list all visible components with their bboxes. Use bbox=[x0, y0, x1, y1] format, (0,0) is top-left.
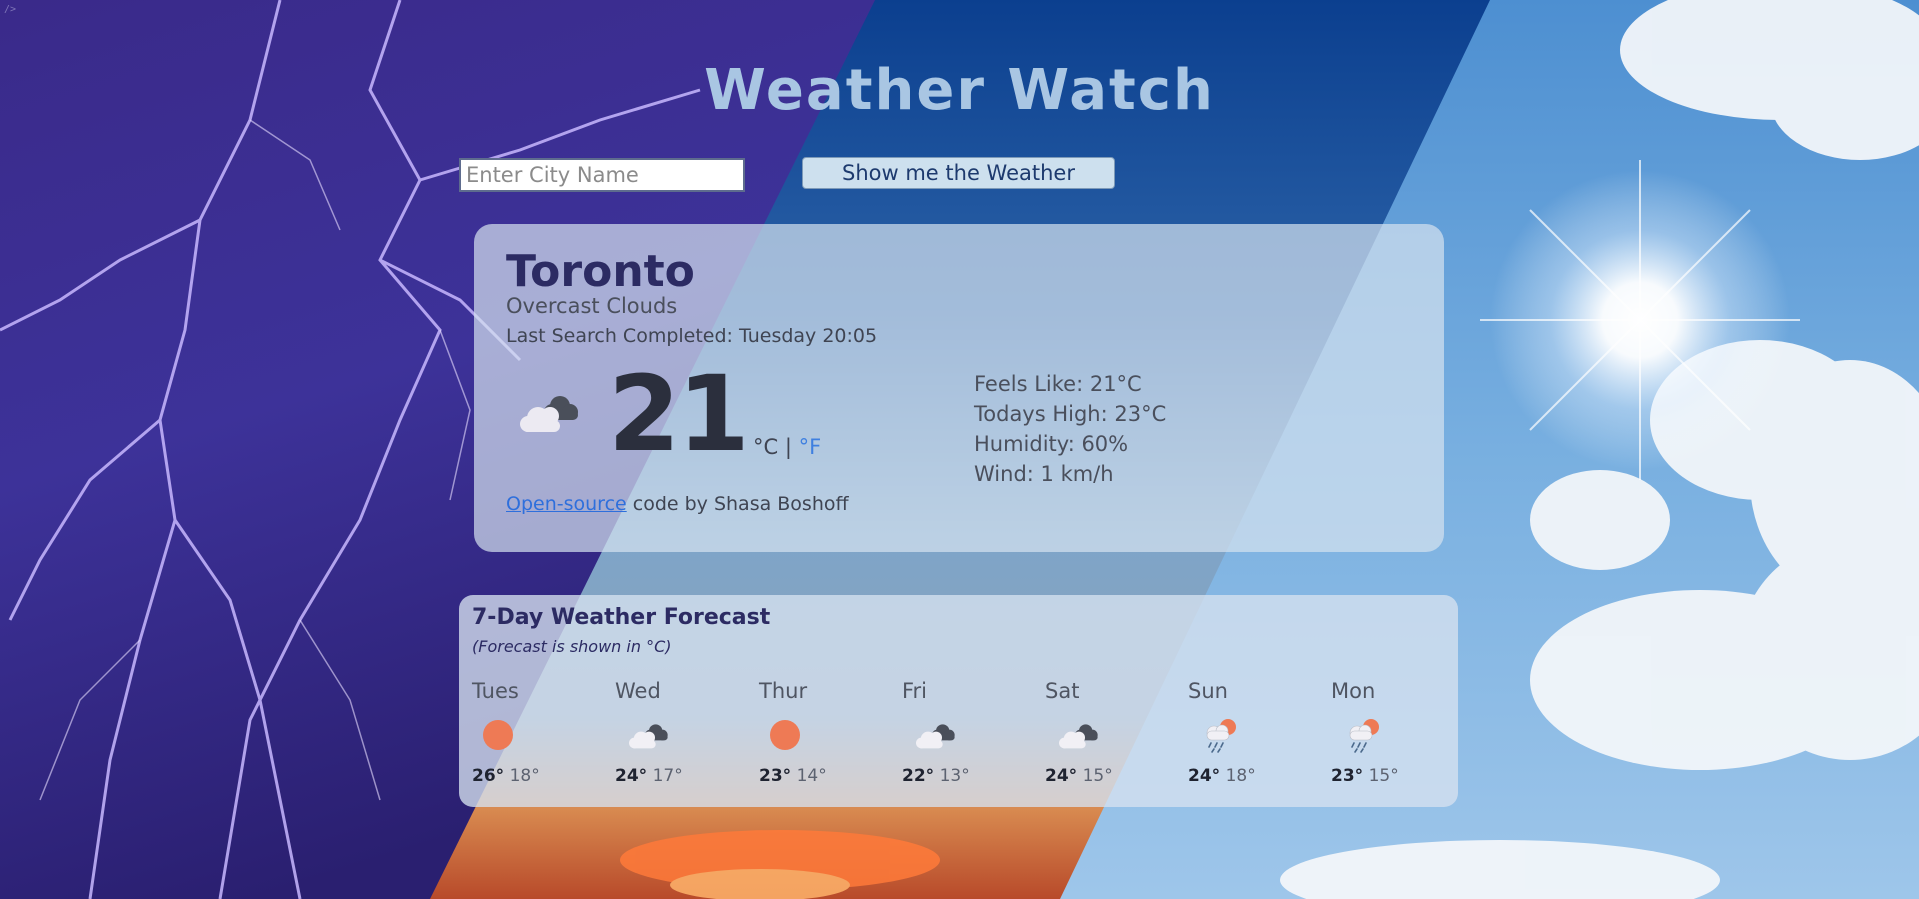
humidity: Humidity: 60% bbox=[974, 432, 1129, 456]
sun-icon bbox=[769, 715, 817, 755]
day-temps: 24° 17° bbox=[615, 766, 683, 786]
forecast-day: Mon 23° 15° bbox=[1331, 679, 1451, 786]
svg-text:/>: /> bbox=[4, 4, 16, 15]
rain-sun-icon bbox=[1198, 715, 1246, 755]
forecast-day: Sun 24° 18° bbox=[1188, 679, 1308, 786]
credit-text: code by Shasa Boshoff bbox=[626, 493, 849, 515]
wind-speed: Wind: 1 km/h bbox=[974, 462, 1114, 486]
forecast-title: 7-Day Weather Forecast bbox=[472, 605, 771, 630]
todays-high: Todays High: 23°C bbox=[974, 402, 1167, 426]
temp-max: 22° bbox=[902, 766, 935, 786]
forecast-day: Tues 26° 18° bbox=[472, 679, 592, 786]
weather-details: Feels Like: 21°C Todays High: 23°C Humid… bbox=[974, 369, 1166, 489]
unit-separator: | bbox=[784, 435, 792, 459]
temp-max: 24° bbox=[1188, 766, 1221, 786]
forecast-day: Thur 23° 14° bbox=[759, 679, 879, 786]
open-source-link[interactable]: Open-source bbox=[506, 493, 627, 515]
celsius-unit[interactable]: °C bbox=[753, 435, 778, 459]
day-name: Wed bbox=[615, 679, 661, 703]
temp-min: 15° bbox=[1082, 766, 1113, 786]
forecast-day: Wed 24° 17° bbox=[615, 679, 735, 786]
day-name: Tues bbox=[472, 679, 519, 703]
forecast-note: (Forecast is shown in °C) bbox=[472, 637, 672, 656]
day-temps: 22° 13° bbox=[902, 766, 970, 786]
temp-max: 23° bbox=[1331, 766, 1364, 786]
day-temps: 24° 18° bbox=[1188, 766, 1256, 786]
credit-line: Open-source code by Shasa Boshoff bbox=[506, 493, 849, 515]
overcast-clouds-icon bbox=[912, 715, 960, 755]
day-temps: 24° 15° bbox=[1045, 766, 1113, 786]
forecast-day: Sat 24° 15° bbox=[1045, 679, 1165, 786]
forecast-day: Fri 22° 13° bbox=[902, 679, 1022, 786]
weather-description: Overcast Clouds bbox=[506, 294, 678, 318]
day-name: Sun bbox=[1188, 679, 1228, 703]
forecast-card: 7-Day Weather Forecast (Forecast is show… bbox=[459, 595, 1458, 807]
temp-min: 15° bbox=[1368, 766, 1399, 786]
current-weather-card: Toronto Overcast Clouds Last Search Comp… bbox=[474, 224, 1444, 552]
city-search-input[interactable] bbox=[459, 158, 745, 192]
unit-toggle: °C | °F bbox=[753, 435, 821, 459]
feels-like: Feels Like: 21°C bbox=[974, 372, 1142, 396]
current-temperature: 21 bbox=[608, 353, 750, 475]
temp-min: 18° bbox=[509, 766, 540, 786]
overcast-clouds-icon bbox=[625, 715, 673, 755]
temp-max: 24° bbox=[1045, 766, 1078, 786]
temp-max: 23° bbox=[759, 766, 792, 786]
overcast-clouds-icon bbox=[514, 384, 586, 440]
day-temps: 23° 14° bbox=[759, 766, 827, 786]
rain-sun-icon bbox=[1341, 715, 1389, 755]
city-name: Toronto bbox=[506, 246, 695, 297]
temp-min: 14° bbox=[796, 766, 827, 786]
app-title: Weather Watch bbox=[704, 58, 1215, 123]
fahrenheit-link[interactable]: °F bbox=[799, 435, 822, 459]
show-weather-button[interactable]: Show me the Weather bbox=[802, 157, 1115, 189]
last-search-time: Last Search Completed: Tuesday 20:05 bbox=[506, 325, 878, 347]
temp-max: 24° bbox=[615, 766, 648, 786]
day-temps: 23° 15° bbox=[1331, 766, 1399, 786]
day-name: Mon bbox=[1331, 679, 1376, 703]
overcast-clouds-icon bbox=[1055, 715, 1103, 755]
day-name: Fri bbox=[902, 679, 928, 703]
day-name: Thur bbox=[759, 679, 808, 703]
temp-max: 26° bbox=[472, 766, 505, 786]
temp-min: 17° bbox=[652, 766, 683, 786]
temp-min: 18° bbox=[1225, 766, 1256, 786]
temp-min: 13° bbox=[939, 766, 970, 786]
day-temps: 26° 18° bbox=[472, 766, 540, 786]
sun-icon bbox=[482, 715, 530, 755]
day-name: Sat bbox=[1045, 679, 1080, 703]
